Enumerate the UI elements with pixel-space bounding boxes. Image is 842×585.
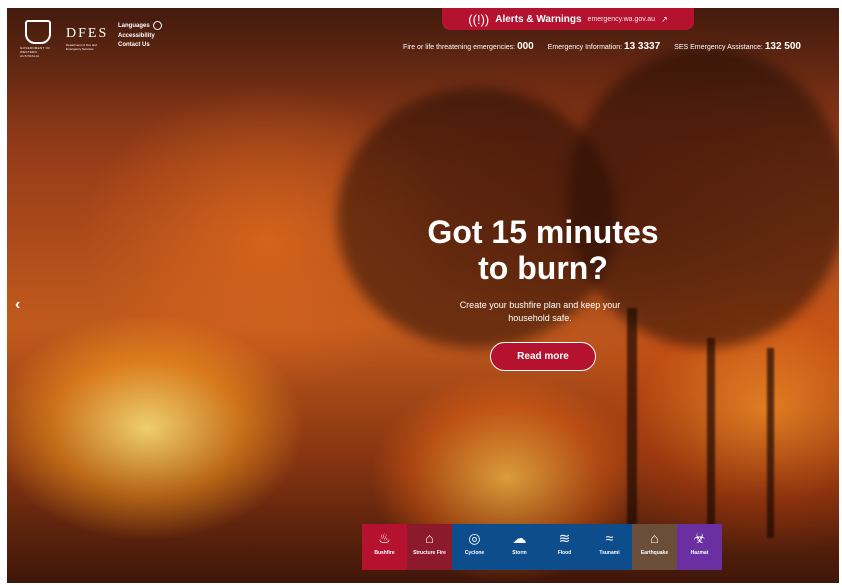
hazmat-icon: ☣ xyxy=(693,530,706,546)
hazard-tile-earthquake[interactable]: ⌂ Earthquake xyxy=(632,524,677,570)
storm-cloud-icon: ☁ xyxy=(512,530,527,546)
contact-us-link[interactable]: Contact Us xyxy=(118,42,162,48)
hero-subtext: Create your bushfire plan and keep your … xyxy=(440,299,640,325)
carousel-prev-icon[interactable]: ‹ xyxy=(15,296,20,314)
hazard-label: Hazmat xyxy=(690,550,709,556)
dfes-logo[interactable]: DFES Department of Fire and Emergency Se… xyxy=(66,26,108,51)
emergency-contacts: Fire or life threatening emergencies: 00… xyxy=(403,41,801,52)
contact-label: Emergency Information: xyxy=(547,44,623,51)
headline-line: to burn? xyxy=(478,250,608,286)
hero-headline: Got 15 minutes to burn? xyxy=(380,214,706,286)
external-link-icon: ↗ xyxy=(661,14,668,24)
contact-number[interactable]: 132 500 xyxy=(765,41,801,52)
contact-label: Fire or life threatening emergencies: xyxy=(403,44,516,51)
hazard-tile-flood[interactable]: ≋ Flood xyxy=(542,524,587,570)
house-fire-icon: ⌂ xyxy=(425,530,434,546)
contact-item: SES Emergency Assistance: 132 500 xyxy=(674,41,801,52)
languages-label: Languages xyxy=(118,22,150,29)
header-logos: GOVERNMENT OF WESTERN AUSTRALIA DFES Dep… xyxy=(20,20,108,58)
hazard-label: Structure Fire xyxy=(413,550,446,556)
hazard-tile-cyclone[interactable]: ◎ Cyclone xyxy=(452,524,497,570)
hazard-label: Cyclone xyxy=(464,550,485,556)
hazard-label: Flood xyxy=(557,550,572,556)
hazard-tile-hazmat[interactable]: ☣ Hazmat xyxy=(677,524,722,570)
earthquake-icon: ⌂ xyxy=(650,530,659,546)
contact-item: Emergency Information: 13 3337 xyxy=(548,41,660,52)
crest-caption: GOVERNMENT OF WESTERN AUSTRALIA xyxy=(20,46,51,58)
hazard-tile-structure-fire[interactable]: ⌂ Structure Fire xyxy=(407,524,452,570)
hero-banner xyxy=(7,8,839,583)
hazard-label: Bushfire xyxy=(374,550,395,556)
tsunami-wave-icon: ≈ xyxy=(605,530,614,546)
alerts-title: Alerts & Warnings xyxy=(495,13,582,25)
alert-signal-icon: ((!)) xyxy=(468,11,490,27)
read-more-button[interactable]: Read more xyxy=(490,342,596,371)
government-crest-logo[interactable]: GOVERNMENT OF WESTERN AUSTRALIA xyxy=(20,20,56,58)
hazard-tile-storm[interactable]: ☁ Storm xyxy=(497,524,542,570)
hazard-tile-tsunami[interactable]: ≈ Tsunami xyxy=(587,524,632,570)
hazard-label: Storm xyxy=(512,550,527,556)
contact-number[interactable]: 13 3337 xyxy=(624,41,660,52)
contact-label: SES Emergency Assistance: xyxy=(674,44,763,51)
accessibility-link[interactable]: Accessibility xyxy=(118,33,162,39)
hazard-label: Tsunami xyxy=(599,550,620,556)
subtext-line: household safe. xyxy=(508,313,572,323)
alerts-warnings-bar[interactable]: ((!)) Alerts & Warnings emergency.wa.gov… xyxy=(442,8,694,30)
globe-icon xyxy=(152,21,162,30)
hazard-tile-bushfire[interactable]: ♨ Bushfire xyxy=(362,524,407,570)
flood-waves-icon: ≋ xyxy=(558,530,571,546)
hazard-label: Earthquake xyxy=(640,550,669,556)
contact-item: Fire or life threatening emergencies: 00… xyxy=(403,41,534,52)
languages-link[interactable]: Languages xyxy=(118,21,162,30)
hazard-tiles: ♨ Bushfire ⌂ Structure Fire ◎ Cyclone ☁ Storm ≋ F… xyxy=(362,524,722,570)
hero-overlay xyxy=(7,8,839,583)
alerts-link[interactable]: emergency.wa.gov.au xyxy=(588,16,655,23)
dfes-wordmark: DFES xyxy=(66,26,109,41)
subtext-line: Create your bushfire plan and keep your xyxy=(459,300,621,310)
utility-links: Languages Accessibility Contact Us xyxy=(118,21,162,48)
crest-icon xyxy=(25,20,51,44)
dfes-subtitle: Department of Fire and Emergency Service… xyxy=(66,43,97,51)
cyclone-icon: ◎ xyxy=(468,530,481,546)
headline-line: Got 15 minutes xyxy=(427,214,659,250)
contact-number[interactable]: 000 xyxy=(517,41,534,52)
flame-icon: ♨ xyxy=(378,530,391,546)
